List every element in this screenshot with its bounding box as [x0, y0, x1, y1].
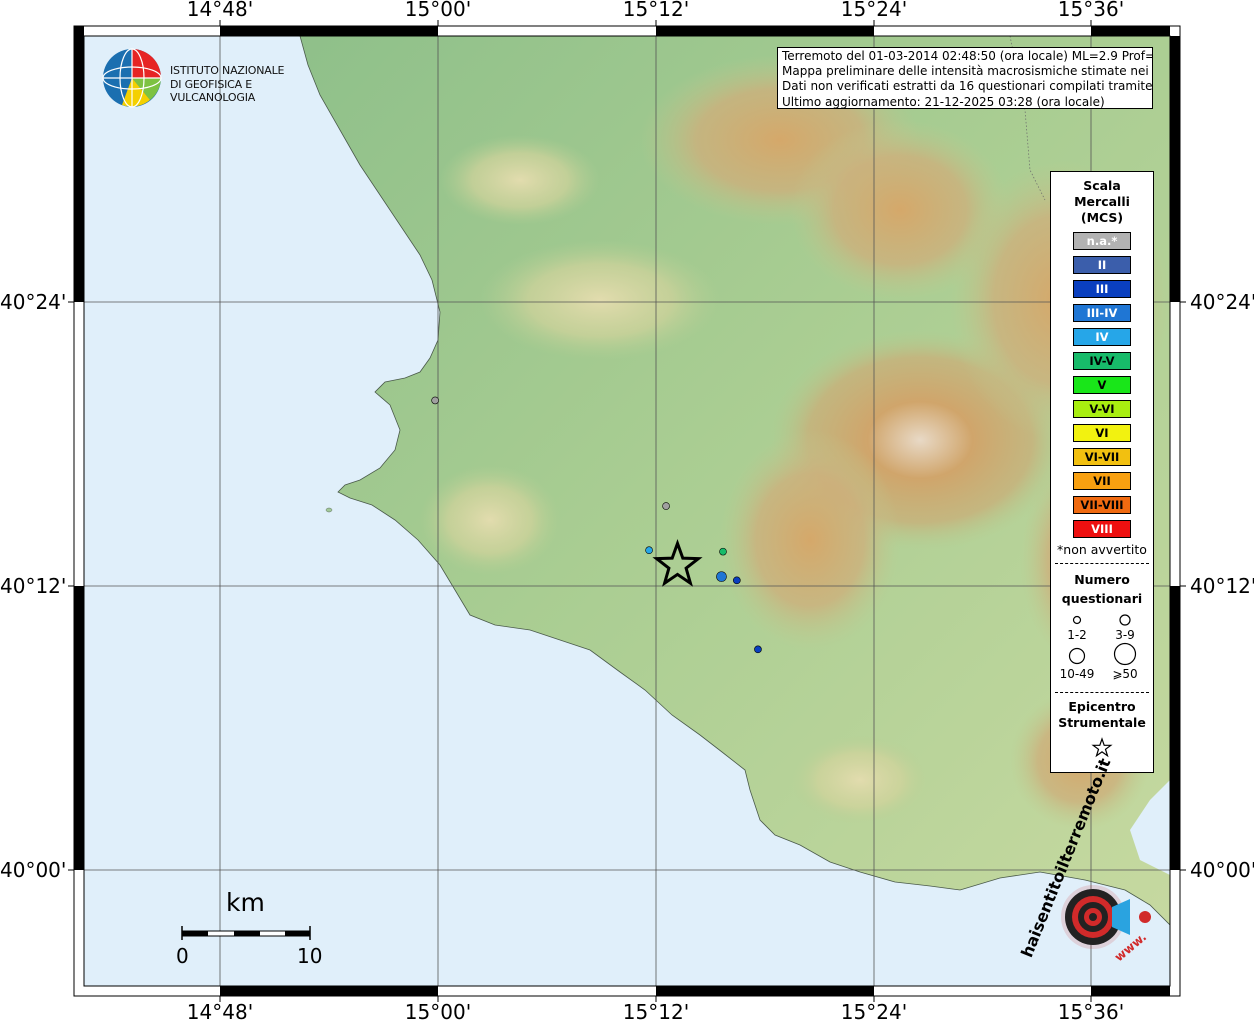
legend-title: Mercalli	[1074, 194, 1130, 209]
lat-label-right: 40°24'	[1190, 290, 1254, 314]
intensity-point[interactable]	[431, 396, 439, 405]
legend-epicenter-title: Strumentale	[1058, 715, 1146, 730]
legend-swatch: VII-VIII	[1073, 496, 1131, 514]
size-label: 10-49	[1059, 667, 1095, 681]
islet	[325, 507, 333, 513]
lon-label-bottom: 15°12'	[622, 1000, 690, 1024]
intensity-point[interactable]	[716, 571, 727, 582]
event-info-line: Ultimo aggiornamento: 21-12-2025 03:28 (…	[782, 94, 1105, 109]
lat-label-right: 40°00'	[1190, 858, 1254, 882]
legend-swatch: VII	[1073, 472, 1131, 490]
event-info-box: Terremoto del 01-03-2014 02:48:50 (ora l…	[777, 47, 1153, 109]
legend-swatch: VI-VII	[1073, 448, 1131, 466]
hst-logo: haisentitoilterremoto.it www.	[1017, 756, 1160, 972]
intensity-point[interactable]	[754, 645, 762, 654]
legend-swatch: VIII	[1073, 520, 1131, 538]
lat-label-right: 40°12'	[1190, 574, 1254, 598]
legend-swatches: n.a.* II III III-IV IV IV-V V V-VI VI VI-VII VII VI…	[1051, 232, 1153, 538]
legend-swatch: n.a.*	[1073, 232, 1131, 250]
lon-label-bottom: 15°36'	[1057, 1000, 1125, 1024]
scale-end: 10	[297, 944, 323, 968]
event-info-line: Dati non verificati estratti da 16 quest…	[782, 79, 1153, 94]
intensity-point[interactable]	[662, 502, 670, 510]
legend-epicenter-title: Epicentro	[1068, 699, 1136, 714]
size-label: 1-2	[1067, 628, 1087, 642]
relief	[720, 430, 900, 650]
ingv-logo: ISTITUTO NAZIONALE DI GEOFISICA E VULCAN…	[102, 48, 322, 110]
ingv-name-line2: DI GEOFISICA E VULCANOLOGIA	[170, 78, 256, 104]
relief	[440, 135, 600, 225]
legend-swatch: V-VI	[1073, 400, 1131, 418]
relief	[480, 240, 720, 360]
legend-swatch: V	[1073, 376, 1131, 394]
legend-swatch: IV	[1073, 328, 1131, 346]
intensity-point[interactable]	[733, 576, 741, 585]
size-label: 3-9	[1115, 628, 1135, 642]
legend-swatch: VI	[1073, 424, 1131, 442]
size-label: ⩾50	[1112, 667, 1138, 681]
lon-label-bottom: 14°48'	[186, 1000, 254, 1024]
legend-swatch: III-IV	[1073, 304, 1131, 322]
intensity-point[interactable]	[719, 547, 727, 556]
ingv-globe-icon	[102, 48, 162, 108]
lon-label-top: 15°12'	[622, 0, 690, 21]
event-info-line: Mappa preliminare delle intensità macros…	[782, 64, 1152, 79]
lon-label-top: 15°36'	[1057, 0, 1125, 21]
lon-label-bottom: 15°24'	[840, 1000, 908, 1024]
legend-divider	[1055, 692, 1149, 693]
legend-size-symbols: 1-2 3-9 10-49 ⩾50	[1051, 608, 1153, 688]
event-info-line: Terremoto del 01-03-2014 02:48:50 (ora l…	[782, 49, 1153, 63]
lat-label-left: 40°00'	[0, 858, 67, 882]
legend-title: (MCS)	[1080, 210, 1124, 225]
legend-count-title: questionari	[1061, 591, 1143, 606]
lat-label-left: 40°24'	[0, 290, 67, 314]
lon-label-top: 15°24'	[840, 0, 908, 21]
scale-unit: km	[226, 888, 265, 917]
lon-label-bottom: 15°00'	[404, 1000, 472, 1024]
epicenter-star-icon	[1091, 737, 1113, 758]
ingv-name-line1: ISTITUTO NAZIONALE	[170, 64, 285, 77]
lon-label-top: 15°00'	[404, 0, 472, 21]
legend-title: Scala	[1083, 178, 1121, 193]
lat-label-left: 40°12'	[0, 574, 67, 598]
intensity-point[interactable]	[645, 546, 653, 555]
legend-swatch: III	[1073, 280, 1131, 298]
intensity-legend: Scala Mercalli (MCS) n.a.* II III III-IV IV I…	[1050, 171, 1154, 773]
scale-start: 0	[176, 944, 189, 968]
lon-label-top: 14°48'	[186, 0, 254, 21]
legend-divider	[1055, 563, 1149, 564]
relief	[420, 465, 560, 575]
relief	[790, 735, 930, 825]
legend-note: *non avvertito	[1057, 542, 1147, 557]
legend-swatch: II	[1073, 256, 1131, 274]
legend-count-title: Numero	[1074, 572, 1130, 587]
legend-swatch: IV-V	[1073, 352, 1131, 370]
